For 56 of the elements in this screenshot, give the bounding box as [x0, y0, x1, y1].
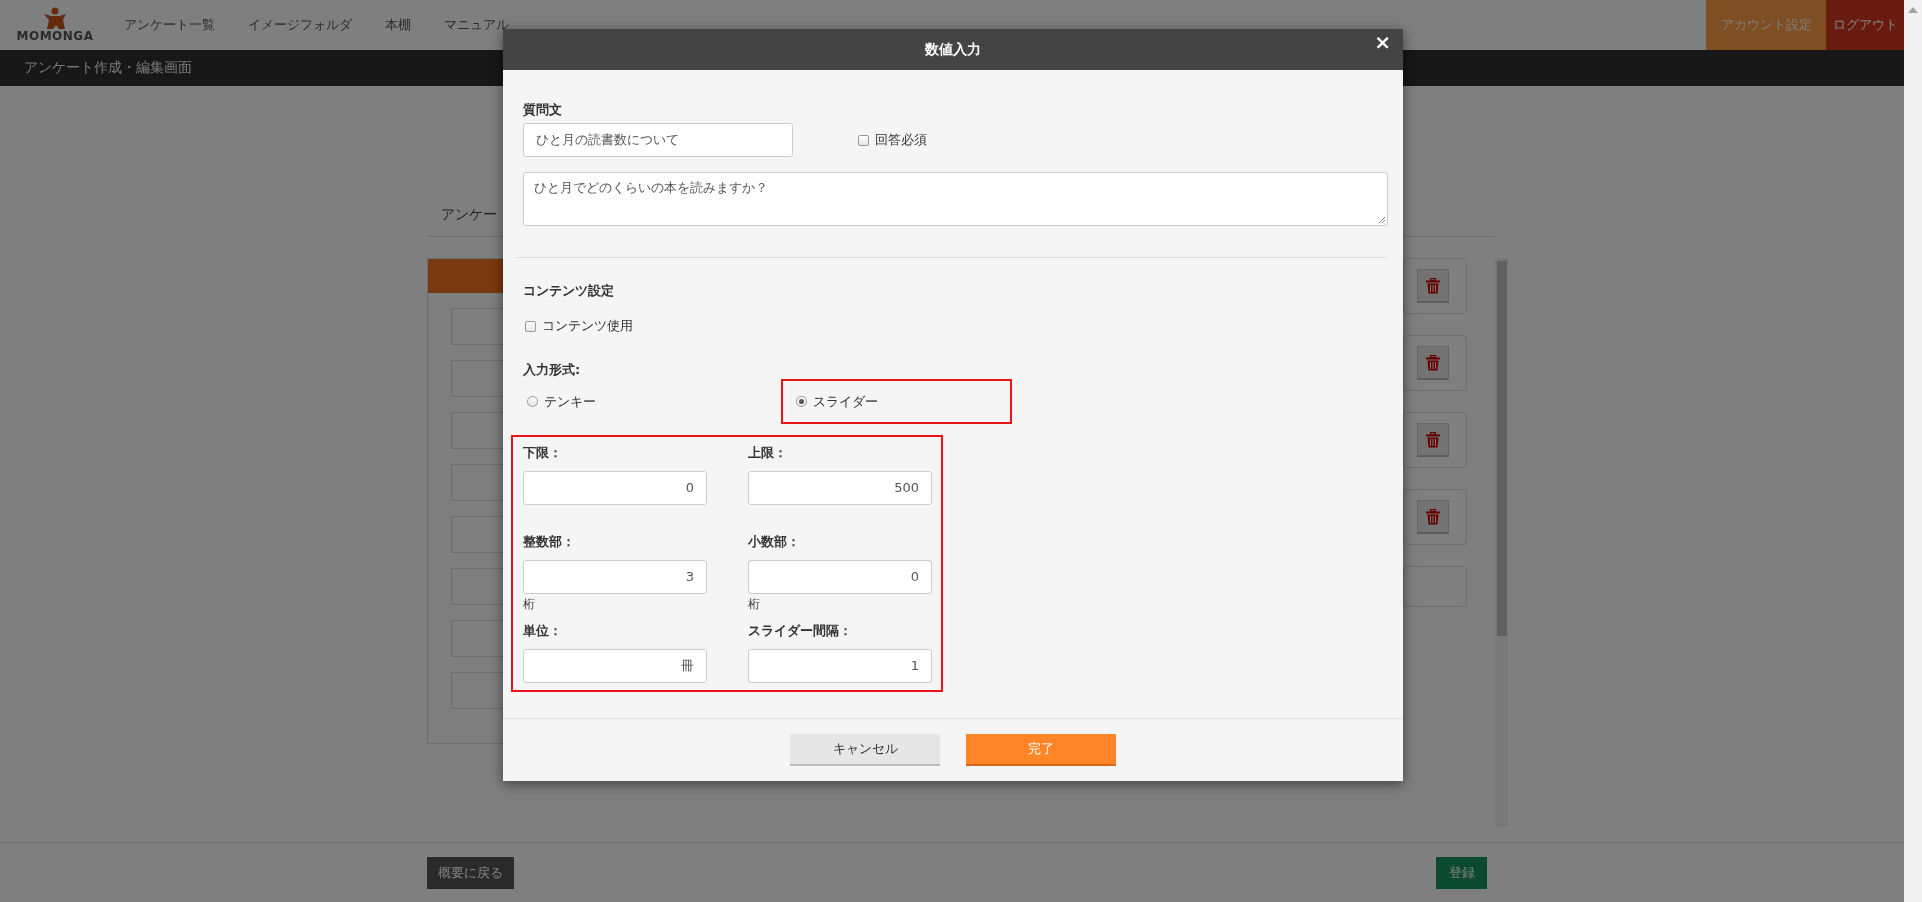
trash-icon [1426, 277, 1440, 294]
radio-label: スライダー [813, 392, 878, 411]
scroll-up-icon[interactable] [1908, 7, 1918, 13]
content-checkbox[interactable]: コンテンツ使用 [525, 317, 633, 335]
page-title: アンケート作成・編集画面 [24, 59, 192, 77]
checkbox-icon[interactable] [858, 134, 869, 146]
number-input[interactable]: 0 [523, 471, 707, 505]
nav-link[interactable]: 本棚 [385, 16, 411, 34]
scrollbar[interactable] [1495, 258, 1508, 826]
trash-icon [1426, 508, 1440, 525]
nav-link[interactable]: イメージフォルダ [248, 16, 352, 34]
radio-label: テンキー [544, 392, 596, 411]
number-input[interactable]: 3 [523, 560, 707, 594]
radio-icon[interactable] [527, 396, 538, 407]
textarea-value: ひと月でどのくらいの本を読みますか？ [534, 180, 768, 195]
mascot-icon [42, 7, 68, 29]
close-button[interactable]: × [1372, 31, 1393, 53]
tab-title: アンケー [441, 206, 497, 224]
title-input[interactable]: ひと月の読書数について [523, 123, 793, 157]
field-label: 整数部： [523, 533, 576, 551]
delete-button[interactable] [1417, 500, 1449, 534]
radio-option[interactable]: テンキー [527, 392, 596, 411]
required-checkbox[interactable]: 回答必須 [858, 131, 927, 149]
logo[interactable]: MOMONGA [15, 0, 95, 50]
delete-button[interactable] [1417, 269, 1449, 303]
delete-button[interactable] [1417, 423, 1449, 457]
field-label: 単位： [523, 622, 563, 640]
trash-icon [1426, 431, 1440, 448]
scrollbar-thumb[interactable] [1496, 261, 1507, 636]
checkbox-label: コンテンツ使用 [542, 317, 633, 335]
logo-text: MOMONGA [16, 30, 94, 42]
checkbox-label: 回答必須 [875, 131, 927, 149]
number-input[interactable]: 500 [748, 471, 932, 505]
section-label: 入力形式: [523, 361, 581, 379]
section-label: コンテンツ設定 [523, 282, 614, 300]
number-input[interactable]: 1 [748, 649, 932, 683]
number-input[interactable]: 0 [748, 560, 932, 594]
number-input[interactable]: 冊 [523, 649, 707, 683]
checkbox-icon[interactable] [525, 320, 536, 332]
question-textarea[interactable]: ひと月でどのくらいの本を読みますか？ [523, 172, 1388, 226]
section-label: 質問文 [523, 101, 562, 119]
back-button[interactable]: 概要に戻る [427, 856, 514, 889]
delete-button[interactable] [1417, 346, 1449, 380]
modal-title: 数値入力 [925, 40, 981, 59]
field-label: 小数部： [748, 533, 801, 551]
radio-icon[interactable] [796, 396, 807, 407]
resize-grip-icon[interactable] [1378, 216, 1386, 224]
field-label: 下限： [523, 444, 563, 462]
field-label: スライダー間隔： [748, 622, 853, 640]
trash-icon [1426, 354, 1440, 371]
field-label: 上限： [748, 444, 788, 462]
nav-link[interactable]: マニュアル [444, 16, 509, 34]
unit-label: 桁 [523, 596, 536, 612]
cancel-button[interactable]: キャンセル [790, 734, 940, 766]
unit-label: 桁 [748, 596, 761, 612]
radio-option[interactable]: スライダー [796, 392, 878, 411]
